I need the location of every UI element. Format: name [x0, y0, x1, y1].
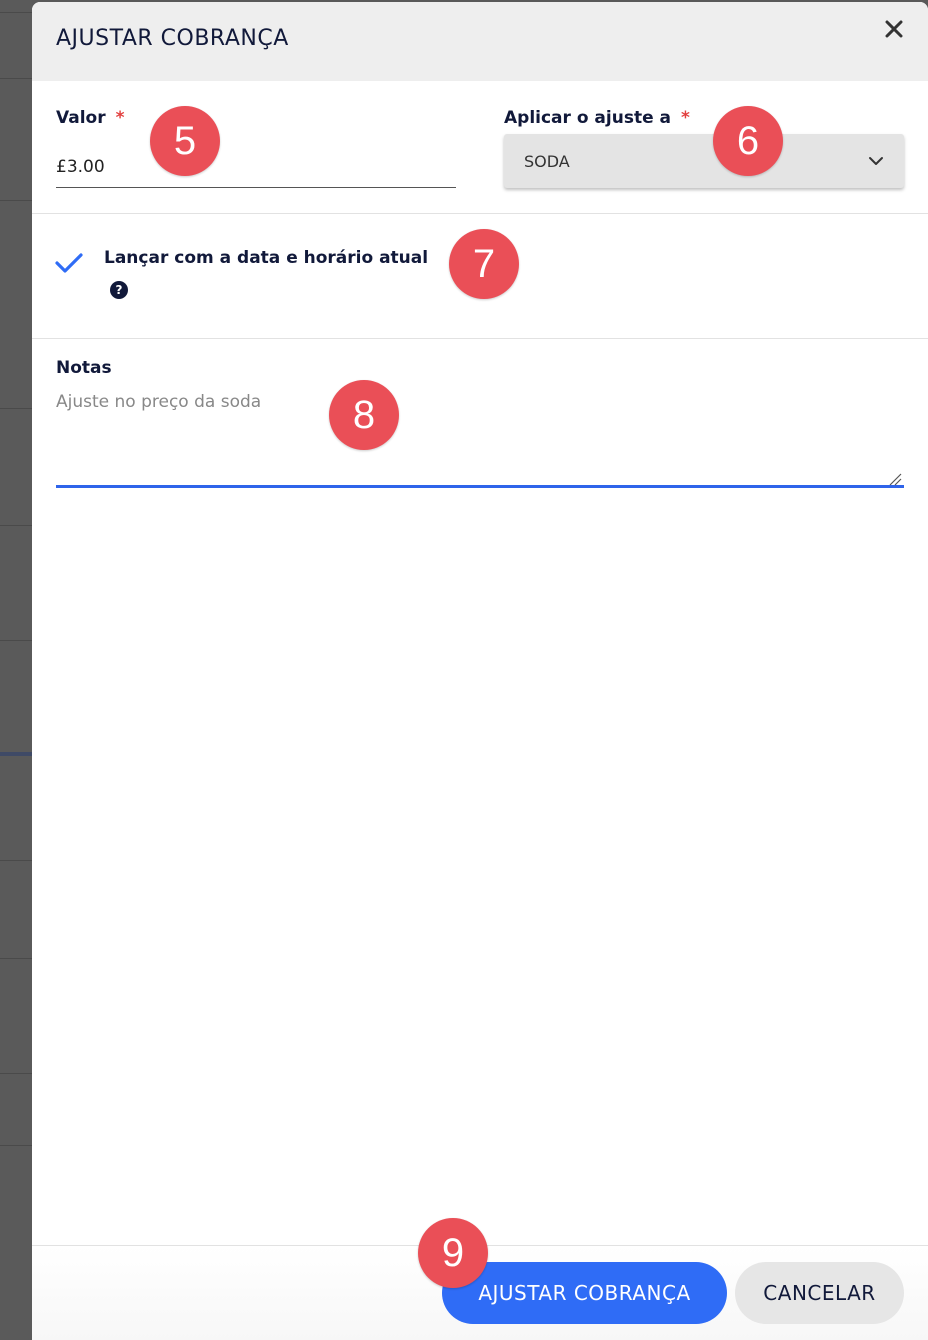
page-backdrop	[0, 0, 32, 1340]
step-badge: 5	[150, 106, 220, 176]
step-badge: 9	[418, 1218, 488, 1288]
notes-label: Notas	[56, 358, 112, 378]
close-button[interactable]	[877, 12, 911, 46]
resize-grip-icon[interactable]	[888, 472, 902, 486]
backdrop-divider	[0, 78, 32, 79]
adjust-charge-button[interactable]: AJUSTAR COBRANÇA	[442, 1262, 727, 1324]
dialog-title: AJUSTAR COBRANÇA	[56, 26, 289, 51]
chevron-down-icon	[869, 157, 883, 165]
help-icon[interactable]: ?	[110, 281, 128, 299]
apply-to-label-text: Aplicar o ajuste a	[504, 108, 671, 128]
section-divider	[32, 213, 928, 214]
current-datetime-checkbox-label[interactable]: Lançar com a data e horário atual	[104, 248, 428, 268]
valor-input[interactable]	[56, 142, 456, 188]
cancel-button[interactable]: CANCELAR	[735, 1262, 904, 1324]
backdrop-divider	[0, 408, 32, 409]
apply-to-selected-value: SODA	[524, 151, 570, 171]
apply-to-select[interactable]: SODA	[504, 134, 904, 188]
close-icon	[885, 20, 903, 38]
backdrop-divider	[0, 525, 32, 526]
step-badge: 7	[449, 229, 519, 299]
step-badge: 6	[713, 106, 783, 176]
valor-label-text: Valor	[56, 108, 106, 128]
step-badge: 8	[329, 380, 399, 450]
backdrop-divider	[0, 1145, 32, 1146]
required-mark: *	[115, 108, 125, 128]
backdrop-divider	[0, 1073, 32, 1074]
valor-label: Valor *	[56, 108, 124, 128]
backdrop-accent	[0, 752, 32, 756]
backdrop-divider	[0, 200, 32, 201]
backdrop-divider	[0, 12, 32, 13]
required-mark: *	[681, 108, 690, 128]
backdrop-divider	[0, 860, 32, 861]
dialog-header: AJUSTAR COBRANÇA	[32, 2, 928, 81]
apply-to-label: Aplicar o ajuste a *	[504, 108, 690, 128]
backdrop-divider	[0, 640, 32, 641]
adjust-charge-dialog: AJUSTAR COBRANÇA Valor * Aplicar o ajuste…	[32, 2, 928, 1340]
checkmark-icon[interactable]	[54, 248, 84, 278]
notes-textarea[interactable]	[56, 392, 904, 488]
section-divider	[32, 338, 928, 339]
backdrop-divider	[0, 958, 32, 959]
